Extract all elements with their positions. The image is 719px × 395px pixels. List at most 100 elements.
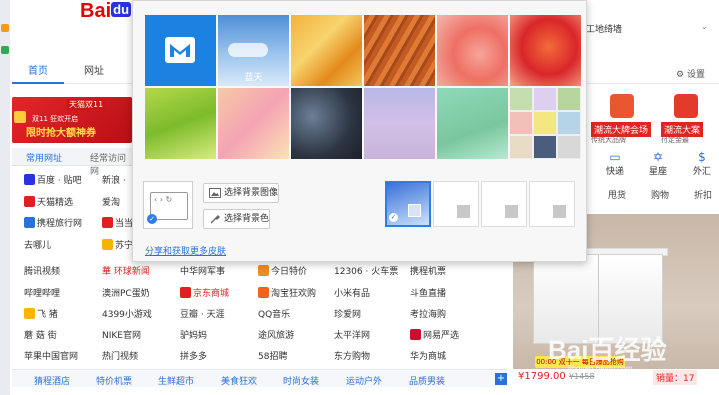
more-skins-link[interactable]: 分享和获取更多皮肤 (145, 244, 226, 257)
add-category-button[interactable]: + (495, 373, 507, 385)
site-link[interactable]: 中华网军事 (180, 264, 225, 277)
custom-background-slot[interactable] (529, 181, 575, 227)
horoscope-button[interactable]: ✡ 星座 (641, 150, 675, 177)
site-link[interactable]: 热门视频 (102, 349, 138, 362)
promo-image (674, 94, 698, 118)
custom-background-slot-selected[interactable]: ✓ (385, 181, 431, 227)
site-link[interactable]: 淘宝狂欢购 (258, 286, 316, 299)
site-link[interactable]: 今日特价 (258, 264, 307, 277)
site-link[interactable]: 蘑 菇 街 (24, 328, 57, 341)
skin-tile-bokeh[interactable] (291, 88, 362, 159)
tab-common-sites[interactable]: 常用网址 (26, 151, 62, 164)
swatch-grey[interactable] (558, 136, 580, 158)
skin-tile-golden-leaves[interactable] (291, 15, 362, 86)
site-link[interactable]: 百度 · 贴吧 (24, 173, 82, 186)
site-link[interactable]: 携程旅行网 (24, 216, 82, 229)
site-link[interactable]: 驴妈妈 (180, 328, 207, 341)
current-skin-preview[interactable]: ‹ › ↻ ✓ (143, 181, 193, 229)
swatch-green[interactable] (510, 88, 532, 110)
skin-tile-mint[interactable] (437, 88, 508, 159)
skin-tile-lavender[interactable] (364, 88, 435, 159)
dollar-icon: $ (698, 150, 706, 164)
site-link[interactable]: 澳洲PC蛋奶 (102, 286, 150, 299)
choose-background-color-button[interactable]: 选择背景色 (203, 209, 271, 229)
site-link[interactable]: 天猫精选 (24, 195, 73, 208)
swatch-leaf[interactable] (558, 88, 580, 110)
skin-tile-pastel[interactable] (218, 88, 289, 159)
category-link[interactable]: 时尚女装 (283, 374, 319, 387)
swatch-blue[interactable] (558, 112, 580, 134)
site-link[interactable]: QQ音乐 (258, 307, 290, 320)
site-link[interactable]: 飞 猪 (24, 307, 58, 320)
site-link[interactable]: 东方购物 (334, 349, 370, 362)
site-link[interactable]: 太平洋网 (334, 328, 370, 341)
skin-tile-green-leaf[interactable] (145, 88, 216, 159)
site-link[interactable]: 苹果中国官网 (24, 349, 78, 362)
forex-button[interactable]: $ 外汇 (685, 150, 719, 177)
skin-tile-maxthon[interactable] (145, 15, 216, 86)
site-link[interactable]: 去哪儿 (24, 238, 51, 251)
site-link[interactable]: 当当 (102, 216, 133, 229)
category-link[interactable]: 生鲜超市 (158, 374, 194, 387)
baidu-logo[interactable]: Bai du (80, 0, 132, 23)
top-right-link[interactable]: 工地绮墙 ⌄ (586, 22, 708, 35)
swatch-pink[interactable] (510, 112, 532, 134)
swatch-navy[interactable] (534, 136, 556, 158)
site-link[interactable]: 豆瓣 · 天涯 (180, 307, 225, 320)
site-link[interactable]: 小米有品 (334, 286, 370, 299)
skin-tile-red-flower[interactable] (510, 15, 581, 86)
custom-background-slot[interactable] (433, 181, 479, 227)
category-link[interactable]: 品质男装 (409, 374, 445, 387)
site-link[interactable]: NIKE官网 (102, 328, 141, 341)
site-link[interactable]: 考拉海购 (410, 307, 446, 320)
site-link[interactable]: 京东商城 (180, 286, 229, 299)
skin-tile-wood[interactable] (364, 15, 435, 86)
promo-card[interactable]: 潮流大案 付定金最 (658, 90, 719, 146)
site-link[interactable]: 携程机票 (410, 264, 446, 277)
background-controls: ‹ › ↻ ✓ 选择背景图像 选择背景色 ✓ (143, 181, 578, 229)
site-link[interactable]: 新浪 · (102, 173, 126, 186)
swatch-lilac[interactable] (534, 88, 556, 110)
right-category-link[interactable]: 折扣 (694, 188, 712, 201)
right-category-link[interactable]: 甩货 (608, 188, 626, 201)
site-link[interactable]: 華 环球新闻 (102, 264, 150, 277)
chevron-down-icon: ⌄ (701, 22, 708, 31)
category-link[interactable]: 特价机票 (96, 374, 132, 387)
site-link[interactable]: 腾讯视频 (24, 264, 60, 277)
site-link[interactable]: 拼多多 (180, 349, 207, 362)
site-link[interactable]: 哔哩哔哩 (24, 286, 60, 299)
category-link[interactable]: 美食狂欢 (221, 374, 257, 387)
choose-background-image-button[interactable]: 选择背景图像 (203, 183, 280, 203)
promo-card[interactable]: 潮流大牌会场 传统大品牌 (588, 90, 654, 146)
top-right-label: 工地绮墙 (586, 25, 623, 35)
settings-button[interactable]: ⚙ 设置 (676, 67, 705, 80)
right-category-link[interactable]: 购物 (651, 188, 669, 201)
banner-line2: 限时抢大额神券 (26, 128, 96, 139)
skin-tile-pink-petals[interactable] (437, 15, 508, 86)
site-link[interactable]: 华为商城 (410, 349, 446, 362)
site-link[interactable]: 爱淘 (102, 195, 120, 208)
site-link[interactable]: 4399小游戏 (102, 307, 152, 320)
skin-tile-color-swatches[interactable] (510, 88, 581, 159)
tab-url[interactable]: 网址 (84, 62, 104, 84)
skin-tile-sky[interactable]: 蓝天 (218, 15, 289, 86)
sidebar-shortcut-icon[interactable] (1, 46, 9, 54)
site-link[interactable]: 12306 · 火车票 (334, 264, 398, 277)
site-link[interactable]: 珍爱网 (334, 307, 361, 320)
tmall-double11-banner[interactable]: 天猫双11 双11 狂欢开启 限时抢大额神券 (12, 97, 132, 143)
custom-background-slot[interactable] (481, 181, 527, 227)
category-link[interactable]: 运动户外 (346, 374, 382, 387)
swatch-yellow[interactable] (534, 112, 556, 134)
site-link[interactable]: 苏宁 (102, 238, 133, 251)
sidebar-shortcut-icon[interactable] (1, 24, 9, 32)
express-button[interactable]: ▭ 快递 (598, 150, 632, 177)
swatch-beige[interactable] (510, 136, 532, 158)
site-link[interactable]: 斗鱼直播 (410, 286, 446, 299)
skin-picker-panel: 蓝天 ‹ › ↻ ✓ 选择背景图像 选择背景色 ✓ 分享和获取更多皮肤 (132, 0, 587, 262)
site-link[interactable]: 途风旅游 (258, 328, 294, 341)
site-link[interactable]: 58招聘 (258, 349, 287, 362)
site-link[interactable]: 网易严选 (410, 328, 459, 341)
category-link[interactable]: 猜程酒店 (34, 374, 70, 387)
tab-home[interactable]: 首页 (12, 62, 64, 84)
service-icons: ▭ 快递 ✡ 星座 $ 外汇 (588, 150, 719, 180)
